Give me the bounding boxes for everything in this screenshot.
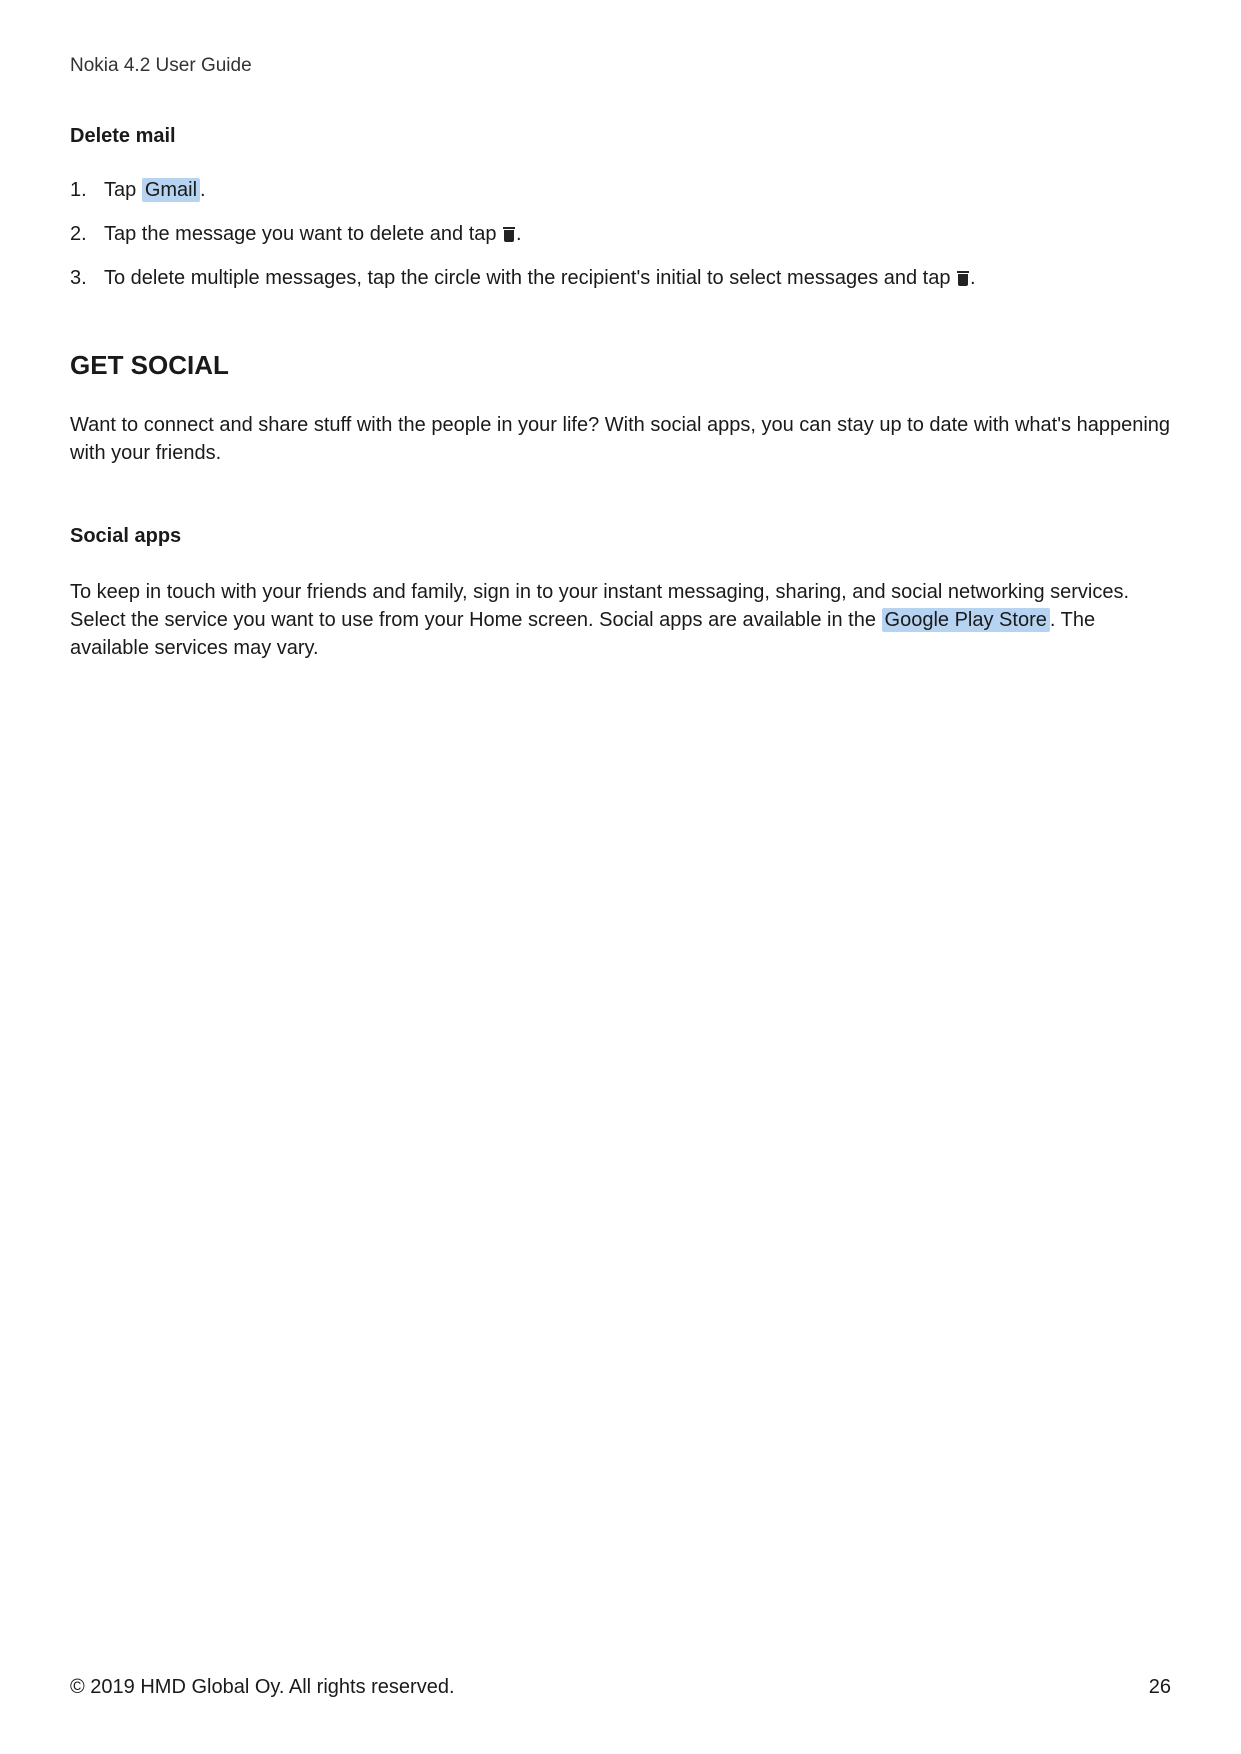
step-1-pre: Tap [104, 179, 142, 201]
play-store-app-ref: Google Play Store [882, 608, 1050, 632]
step-1-post: . [200, 179, 206, 201]
get-social-intro: Want to connect and share stuff with the… [70, 411, 1171, 467]
copyright-text: © 2019 HMD Global Oy. All rights reserve… [70, 1676, 455, 1699]
page-number: 26 [1149, 1676, 1171, 1699]
step-1: Tap Gmail. [70, 176, 1171, 204]
page-footer: © 2019 HMD Global Oy. All rights reserve… [70, 1676, 1171, 1699]
get-social-heading: GET SOCIAL [70, 350, 1171, 381]
step-2-post: . [516, 223, 522, 245]
step-3-post: . [970, 267, 976, 289]
step-2: Tap the message you want to delete and t… [70, 220, 1171, 248]
gmail-app-ref: Gmail [142, 178, 200, 202]
step-2-pre: Tap the message you want to delete and t… [104, 223, 502, 245]
document-header: Nokia 4.2 User Guide [70, 55, 1171, 77]
trash-icon [957, 271, 969, 286]
delete-mail-heading: Delete mail [70, 125, 1171, 148]
page-container: Nokia 4.2 User Guide Delete mail Tap Gma… [0, 0, 1241, 1754]
trash-icon [503, 227, 515, 242]
social-apps-heading: Social apps [70, 525, 1171, 548]
delete-mail-steps: Tap Gmail. Tap the message you want to d… [70, 176, 1171, 292]
step-3-pre: To delete multiple messages, tap the cir… [104, 267, 956, 289]
step-3: To delete multiple messages, tap the cir… [70, 264, 1171, 292]
social-apps-paragraph: To keep in touch with your friends and f… [70, 578, 1171, 662]
